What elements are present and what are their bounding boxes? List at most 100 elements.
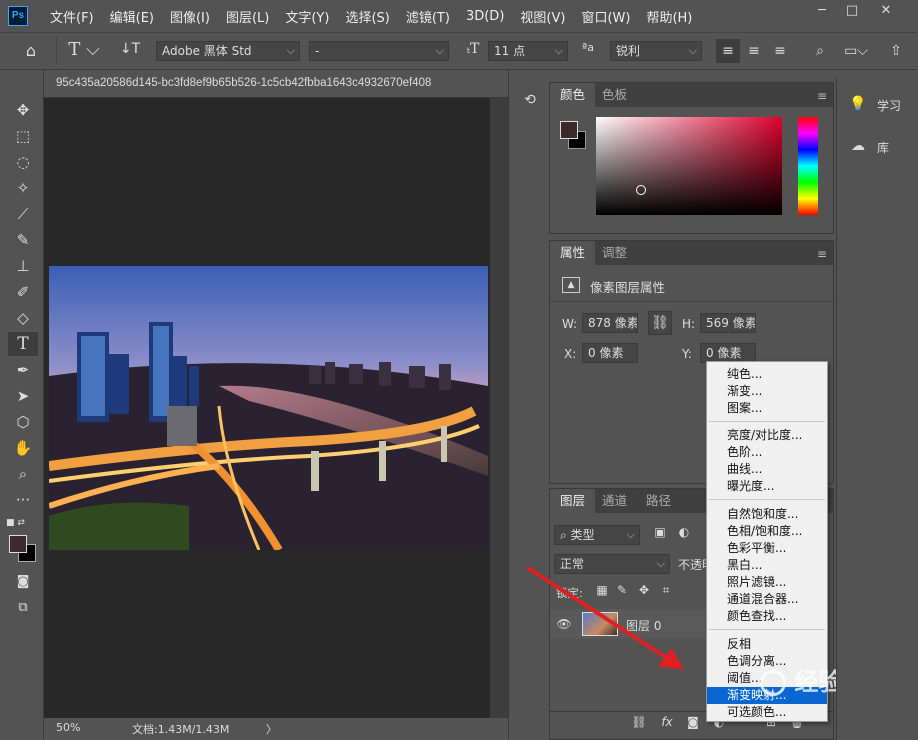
cloud-library-icon: ☁ <box>851 138 865 154</box>
menu-item-brightness-contrast[interactable]: 亮度/对比度... <box>707 427 827 444</box>
font-family-select[interactable]: Adobe 黑体 Std <box>156 41 300 61</box>
font-style-select[interactable]: - <box>309 41 449 61</box>
tab-swatches[interactable]: 色板 <box>592 83 637 107</box>
menu-filter[interactable]: 滤镜(T) <box>398 7 458 26</box>
type-tool-icon[interactable]: T <box>8 332 38 356</box>
menu-item-photo-filter[interactable]: 照片滤镜... <box>707 574 827 591</box>
menu-item-solid-color[interactable]: 纯色... <box>707 366 827 383</box>
menu-item-gradient[interactable]: 渐变... <box>707 383 827 400</box>
menu-select[interactable]: 选择(S) <box>337 7 397 26</box>
menu-edit[interactable]: 编辑(E) <box>102 7 162 26</box>
zoom-tool-icon[interactable]: ⌕ <box>8 462 38 486</box>
right-collapsed-panels: 💡 学习 ☁ 库 <box>836 78 918 740</box>
minimize-button[interactable]: ─ <box>808 0 836 24</box>
history-brush-tool-icon[interactable]: ✐ <box>8 280 38 304</box>
stamp-tool-icon[interactable]: ⊥ <box>8 254 38 278</box>
tab-adjustments[interactable]: 调整 <box>592 241 637 265</box>
foreground-color-swatch[interactable] <box>9 535 27 553</box>
layer-filter-select[interactable]: ⌕ 类型 <box>554 525 640 545</box>
libraries-button[interactable]: ☁ 库 <box>843 134 913 160</box>
tab-properties[interactable]: 属性 <box>550 241 596 265</box>
document-tab[interactable]: 95c435a20586d145-bc3fd8ef9b65b526-1c5cb4… <box>44 70 508 98</box>
hand-tool-icon[interactable]: ✋ <box>8 436 38 460</box>
share-icon[interactable]: ⇧ <box>884 39 908 63</box>
menu-item-color-balance[interactable]: 色彩平衡... <box>707 540 827 557</box>
align-right-icon[interactable]: ≡ <box>768 39 792 63</box>
magic-wand-tool-icon[interactable]: ✧ <box>8 176 38 200</box>
height-field[interactable]: 569 像素 <box>700 313 756 333</box>
brush-tool-icon[interactable]: ✎ <box>8 228 38 252</box>
tab-layers[interactable]: 图层 <box>550 489 596 513</box>
menu-item-curves[interactable]: 曲线... <box>707 461 827 478</box>
menu-item-color-lookup[interactable]: 颜色查找... <box>707 608 827 625</box>
lasso-tool-icon[interactable]: ◌ <box>8 150 38 174</box>
y-label: Y: <box>682 347 692 361</box>
menu-image[interactable]: 图像(I) <box>162 7 218 26</box>
marquee-tool-icon[interactable]: ⬚ <box>8 124 38 148</box>
hue-slider[interactable] <box>798 117 818 215</box>
link-layers-icon[interactable]: ⛓ <box>630 715 648 729</box>
menu-layer[interactable]: 图层(L) <box>218 7 277 26</box>
font-size-select[interactable]: 11 点 <box>488 41 568 61</box>
search-icon[interactable]: ⌕ <box>808 39 832 63</box>
align-left-icon[interactable]: ≡ <box>716 39 740 63</box>
antialias-select[interactable]: 锐利 <box>610 41 702 61</box>
menu-item-pattern[interactable]: 图案... <box>707 400 827 417</box>
filter-adjustment-icon[interactable]: ◐ <box>674 525 694 539</box>
properties-menu-icon[interactable]: ≡ <box>817 247 827 261</box>
move-tool-icon[interactable]: ✥ <box>8 98 38 122</box>
menu-file[interactable]: 文件(F) <box>42 7 102 26</box>
menu-item-black-white[interactable]: 黑白... <box>707 557 827 574</box>
close-button[interactable]: ✕ <box>872 0 900 24</box>
color-picker-cursor[interactable] <box>636 185 646 195</box>
menu-item-hue-saturation[interactable]: 色相/饱和度... <box>707 523 827 540</box>
workspace-icon[interactable]: ▭⌵ <box>840 39 872 63</box>
color-picker-field[interactable] <box>596 117 782 215</box>
home-icon[interactable]: ⌂ <box>18 41 44 60</box>
doc-size-info: 文档:1.43M/1.43M <box>132 723 230 736</box>
menu-item-vibrance[interactable]: 自然饱和度... <box>707 506 827 523</box>
history-icon[interactable]: ⟲ <box>516 92 544 116</box>
menu-help[interactable]: 帮助(H) <box>638 7 700 26</box>
menu-type[interactable]: 文字(Y) <box>277 7 337 26</box>
swap-colors-icon[interactable]: ■ ⇄ <box>6 518 36 532</box>
width-field[interactable]: 878 像素 <box>582 313 638 333</box>
add-mask-icon[interactable]: ◙ <box>684 715 702 729</box>
pen-tool-icon[interactable]: ✒ <box>8 358 38 382</box>
more-tools-icon[interactable]: ··· <box>8 488 38 512</box>
status-menu-arrow[interactable]: 〉 <box>266 721 277 737</box>
menu-item-invert[interactable]: 反相 <box>707 636 827 653</box>
maximize-button[interactable]: □ <box>838 0 866 24</box>
tab-channels[interactable]: 通道 <box>592 489 637 513</box>
fx-icon[interactable]: fx <box>658 715 676 729</box>
screen-mode-icon[interactable]: ⧉ <box>8 596 38 620</box>
align-center-icon[interactable]: ≡ <box>742 39 766 63</box>
learn-button[interactable]: 💡 学习 <box>843 92 913 118</box>
vertical-scrollbar[interactable] <box>490 98 508 718</box>
text-orientation-icon[interactable]: ↓T <box>118 41 142 57</box>
panel-menu-icon[interactable]: ≡ <box>817 89 827 103</box>
filter-pixel-icon[interactable]: ▣ <box>650 525 670 539</box>
path-selection-tool-icon[interactable]: ➤ <box>8 384 38 408</box>
text-tool-preset-icon[interactable]: T ⌵ <box>64 39 104 60</box>
menu-item-exposure[interactable]: 曝光度... <box>707 478 827 495</box>
options-bar: ⌂ T ⌵ ↓T Adobe 黑体 Std - ₜT 11 点 ªa 锐利 ≡ … <box>0 32 918 70</box>
menu-item-selective-color[interactable]: 可选颜色... <box>707 704 827 721</box>
eyedropper-tool-icon[interactable]: ⟋ <box>8 202 38 226</box>
y-field[interactable]: 0 像素 <box>700 343 756 363</box>
shape-tool-icon[interactable]: ⬡ <box>8 410 38 434</box>
menu-item-levels[interactable]: 色阶... <box>707 444 827 461</box>
menu-3d[interactable]: 3D(D) <box>458 9 512 24</box>
tab-paths[interactable]: 路径 <box>636 489 681 513</box>
eraser-tool-icon[interactable]: ◇ <box>8 306 38 330</box>
link-icon[interactable]: ⛓ <box>648 311 672 335</box>
properties-title: 像素图层属性 <box>590 280 666 295</box>
menu-view[interactable]: 视图(V) <box>512 7 573 26</box>
zoom-level[interactable]: 50% <box>56 721 80 734</box>
x-field[interactable]: 0 像素 <box>582 343 638 363</box>
menu-window[interactable]: 窗口(W) <box>573 7 638 26</box>
quick-mask-icon[interactable]: ◙ <box>8 570 38 594</box>
menu-item-channel-mixer[interactable]: 通道混合器... <box>707 591 827 608</box>
color-fg-swatch[interactable] <box>560 121 578 139</box>
tab-color[interactable]: 颜色 <box>550 83 596 107</box>
